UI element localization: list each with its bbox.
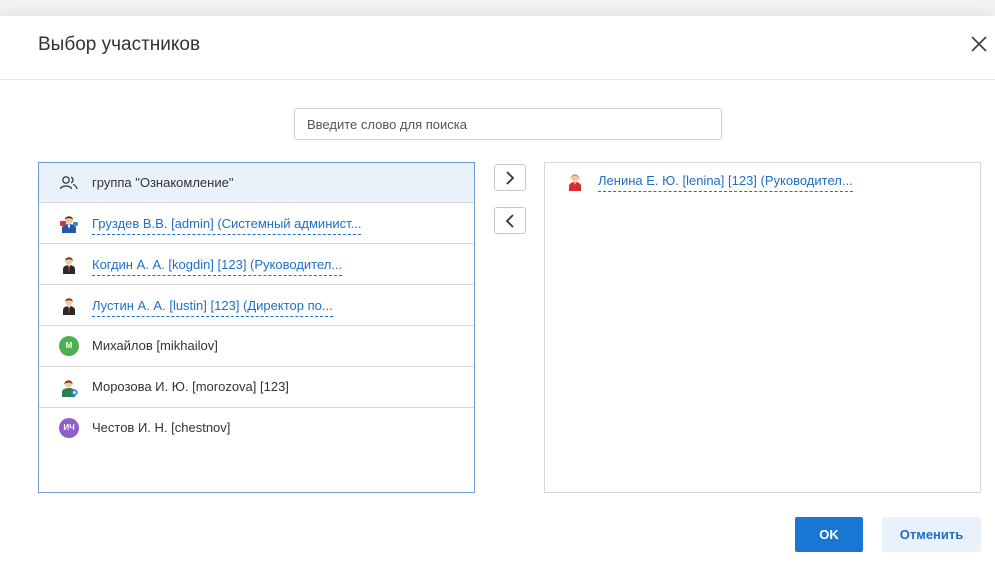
female-avatar-icon	[565, 171, 585, 191]
list-item-label: Груздев В.В. [admin] (Системный админист…	[92, 216, 362, 235]
chevron-left-icon	[505, 214, 514, 228]
list-item-label: Когдин А. А. [kogdin] [123] (Руководител…	[92, 257, 343, 276]
cancel-button[interactable]: Отменить	[882, 517, 981, 552]
group-icon	[59, 173, 79, 193]
list-item-label: Ленина Е. Ю. [lenina] [123] (Руководител…	[598, 173, 853, 192]
initials-badge: ИЧ	[59, 418, 79, 438]
list-item[interactable]: Лустин А. А. [lustin] [123] (Директор по…	[39, 285, 474, 326]
initials-text: ИЧ	[59, 418, 79, 438]
list-item[interactable]: группа "Ознакомление"	[39, 163, 474, 203]
initials-badge: М	[59, 336, 79, 356]
list-item-label: Михайлов [mikhailov]	[92, 338, 218, 353]
list-item-label: Честов И. Н. [chestnov]	[92, 420, 231, 435]
dialog-header: Выбор участников	[0, 16, 995, 80]
list-item[interactable]: М Михайлов [mikhailov]	[39, 326, 474, 367]
selected-participants-list[interactable]: Ленина Е. Ю. [lenina] [123] (Руководител…	[544, 162, 981, 493]
ok-button[interactable]: OK	[795, 517, 863, 552]
list-item-label: Морозова И. Ю. [morozova] [123]	[92, 379, 289, 394]
initials-text: М	[59, 336, 79, 356]
list-item[interactable]: ИЧ Честов И. Н. [chestnov]	[39, 408, 474, 449]
search-input[interactable]	[294, 108, 722, 140]
admin-avatar-icon	[59, 213, 79, 233]
move-left-button[interactable]	[494, 207, 526, 234]
dialog-title: Выбор участников	[38, 34, 201, 55]
list-item[interactable]: Морозова И. Ю. [morozova] [123]	[39, 367, 474, 408]
available-participants-list[interactable]: группа "Ознакомление" Груздев В.В. [admi…	[38, 162, 475, 493]
list-item[interactable]: Когдин А. А. [kogdin] [123] (Руководител…	[39, 244, 474, 285]
move-right-button[interactable]	[494, 164, 526, 191]
user-avatar-icon	[59, 377, 79, 397]
list-item-label: Лустин А. А. [lustin] [123] (Директор по…	[92, 298, 333, 317]
list-item[interactable]: Груздев В.В. [admin] (Системный админист…	[39, 203, 474, 244]
list-item-label: группа "Ознакомление"	[92, 175, 234, 190]
manager-avatar-icon	[59, 295, 79, 315]
close-icon[interactable]	[967, 32, 991, 56]
participants-dialog: Выбор участников группа "Ознакомление"	[0, 16, 995, 579]
chevron-right-icon	[506, 171, 515, 185]
manager-avatar-icon	[59, 254, 79, 274]
list-item[interactable]: Ленина Е. Ю. [lenina] [123] (Руководител…	[545, 163, 980, 201]
